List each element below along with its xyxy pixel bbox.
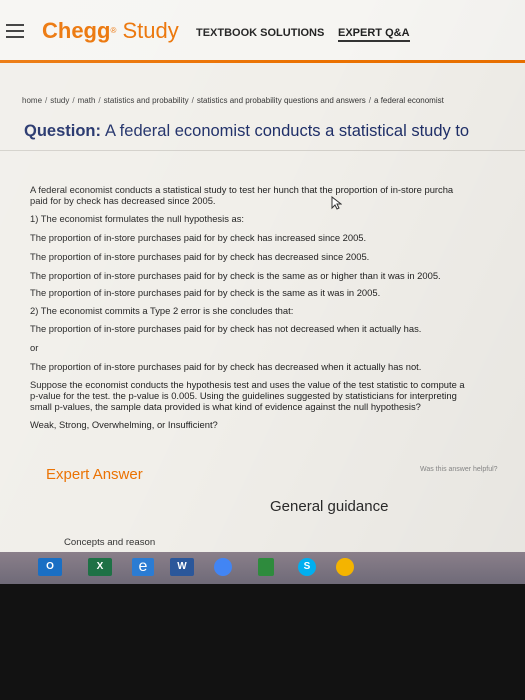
question-title: Question: A federal economist conducts a … [24,122,470,140]
excel-icon[interactable]: X [88,558,112,576]
edge-icon[interactable]: e [132,558,154,576]
chrome-icon[interactable] [214,558,232,576]
google-icon[interactable] [336,558,354,576]
question-line: paid for by check has decreased since 20… [30,195,216,206]
outlook-icon[interactable]: O [38,558,62,576]
breadcrumb-current: a federal economist [374,96,444,105]
question-line: 1) The economist formulates the null hyp… [30,213,244,224]
question-line: 2) The economist commits a Type 2 error … [30,305,294,316]
question-line: or [30,342,39,353]
question-line: The proportion of in-store purchases pai… [30,251,370,262]
question-body: A federal economist conducts a statistic… [30,184,525,431]
question-line: The proportion of in-store purchases pai… [30,323,422,334]
question-line: The proportion of in-store purchases pai… [30,361,422,372]
breadcrumb-study[interactable]: study [50,96,69,105]
general-guidance-heading: General guidance [270,498,389,515]
breadcrumb-home[interactable]: home [22,96,42,105]
breadcrumb-math[interactable]: math [78,96,96,105]
chegg-study-logo[interactable]: Chegg® Study [42,18,179,44]
nav-textbook-solutions[interactable]: TEXTBOOK SOLUTIONS [196,27,324,39]
browser-page: Chegg® Study TEXTBOOK SOLUTIONS EXPERT Q… [0,0,525,560]
breadcrumb-statistics[interactable]: statistics and probability [104,96,189,105]
question-line: The proportion of in-store purchases pai… [30,287,381,298]
divider [0,150,525,151]
word-icon[interactable]: W [170,558,194,576]
question-line: Weak, Strong, Overwhelming, or Insuffici… [30,419,218,430]
answer-helpful-prompt[interactable]: Was this answer helpful? [420,466,498,473]
skype-icon[interactable]: S [298,558,316,576]
app-icon[interactable] [258,558,274,576]
nav-expert-qa[interactable]: EXPERT Q&A [338,27,410,42]
question-line: The proportion of in-store purchases pai… [30,270,441,281]
breadcrumb: home / study / math / statistics and probabili… [22,96,444,105]
hamburger-menu-icon[interactable] [6,24,24,38]
breadcrumb-questions[interactable]: statistics and probability questions and… [197,96,366,105]
question-line: The proportion of in-store purchases pai… [30,232,367,243]
monitor-bezel [0,584,525,700]
expert-answer-heading: Expert Answer [46,466,143,483]
question-line: small p-values, the sample data provided… [30,401,421,412]
header-accent-line [0,60,525,63]
mouse-cursor-icon [331,196,342,210]
chegg-header: Chegg® Study TEXTBOOK SOLUTIONS EXPERT Q… [0,0,525,60]
concepts-and-reason-heading: Concepts and reason [64,537,156,548]
